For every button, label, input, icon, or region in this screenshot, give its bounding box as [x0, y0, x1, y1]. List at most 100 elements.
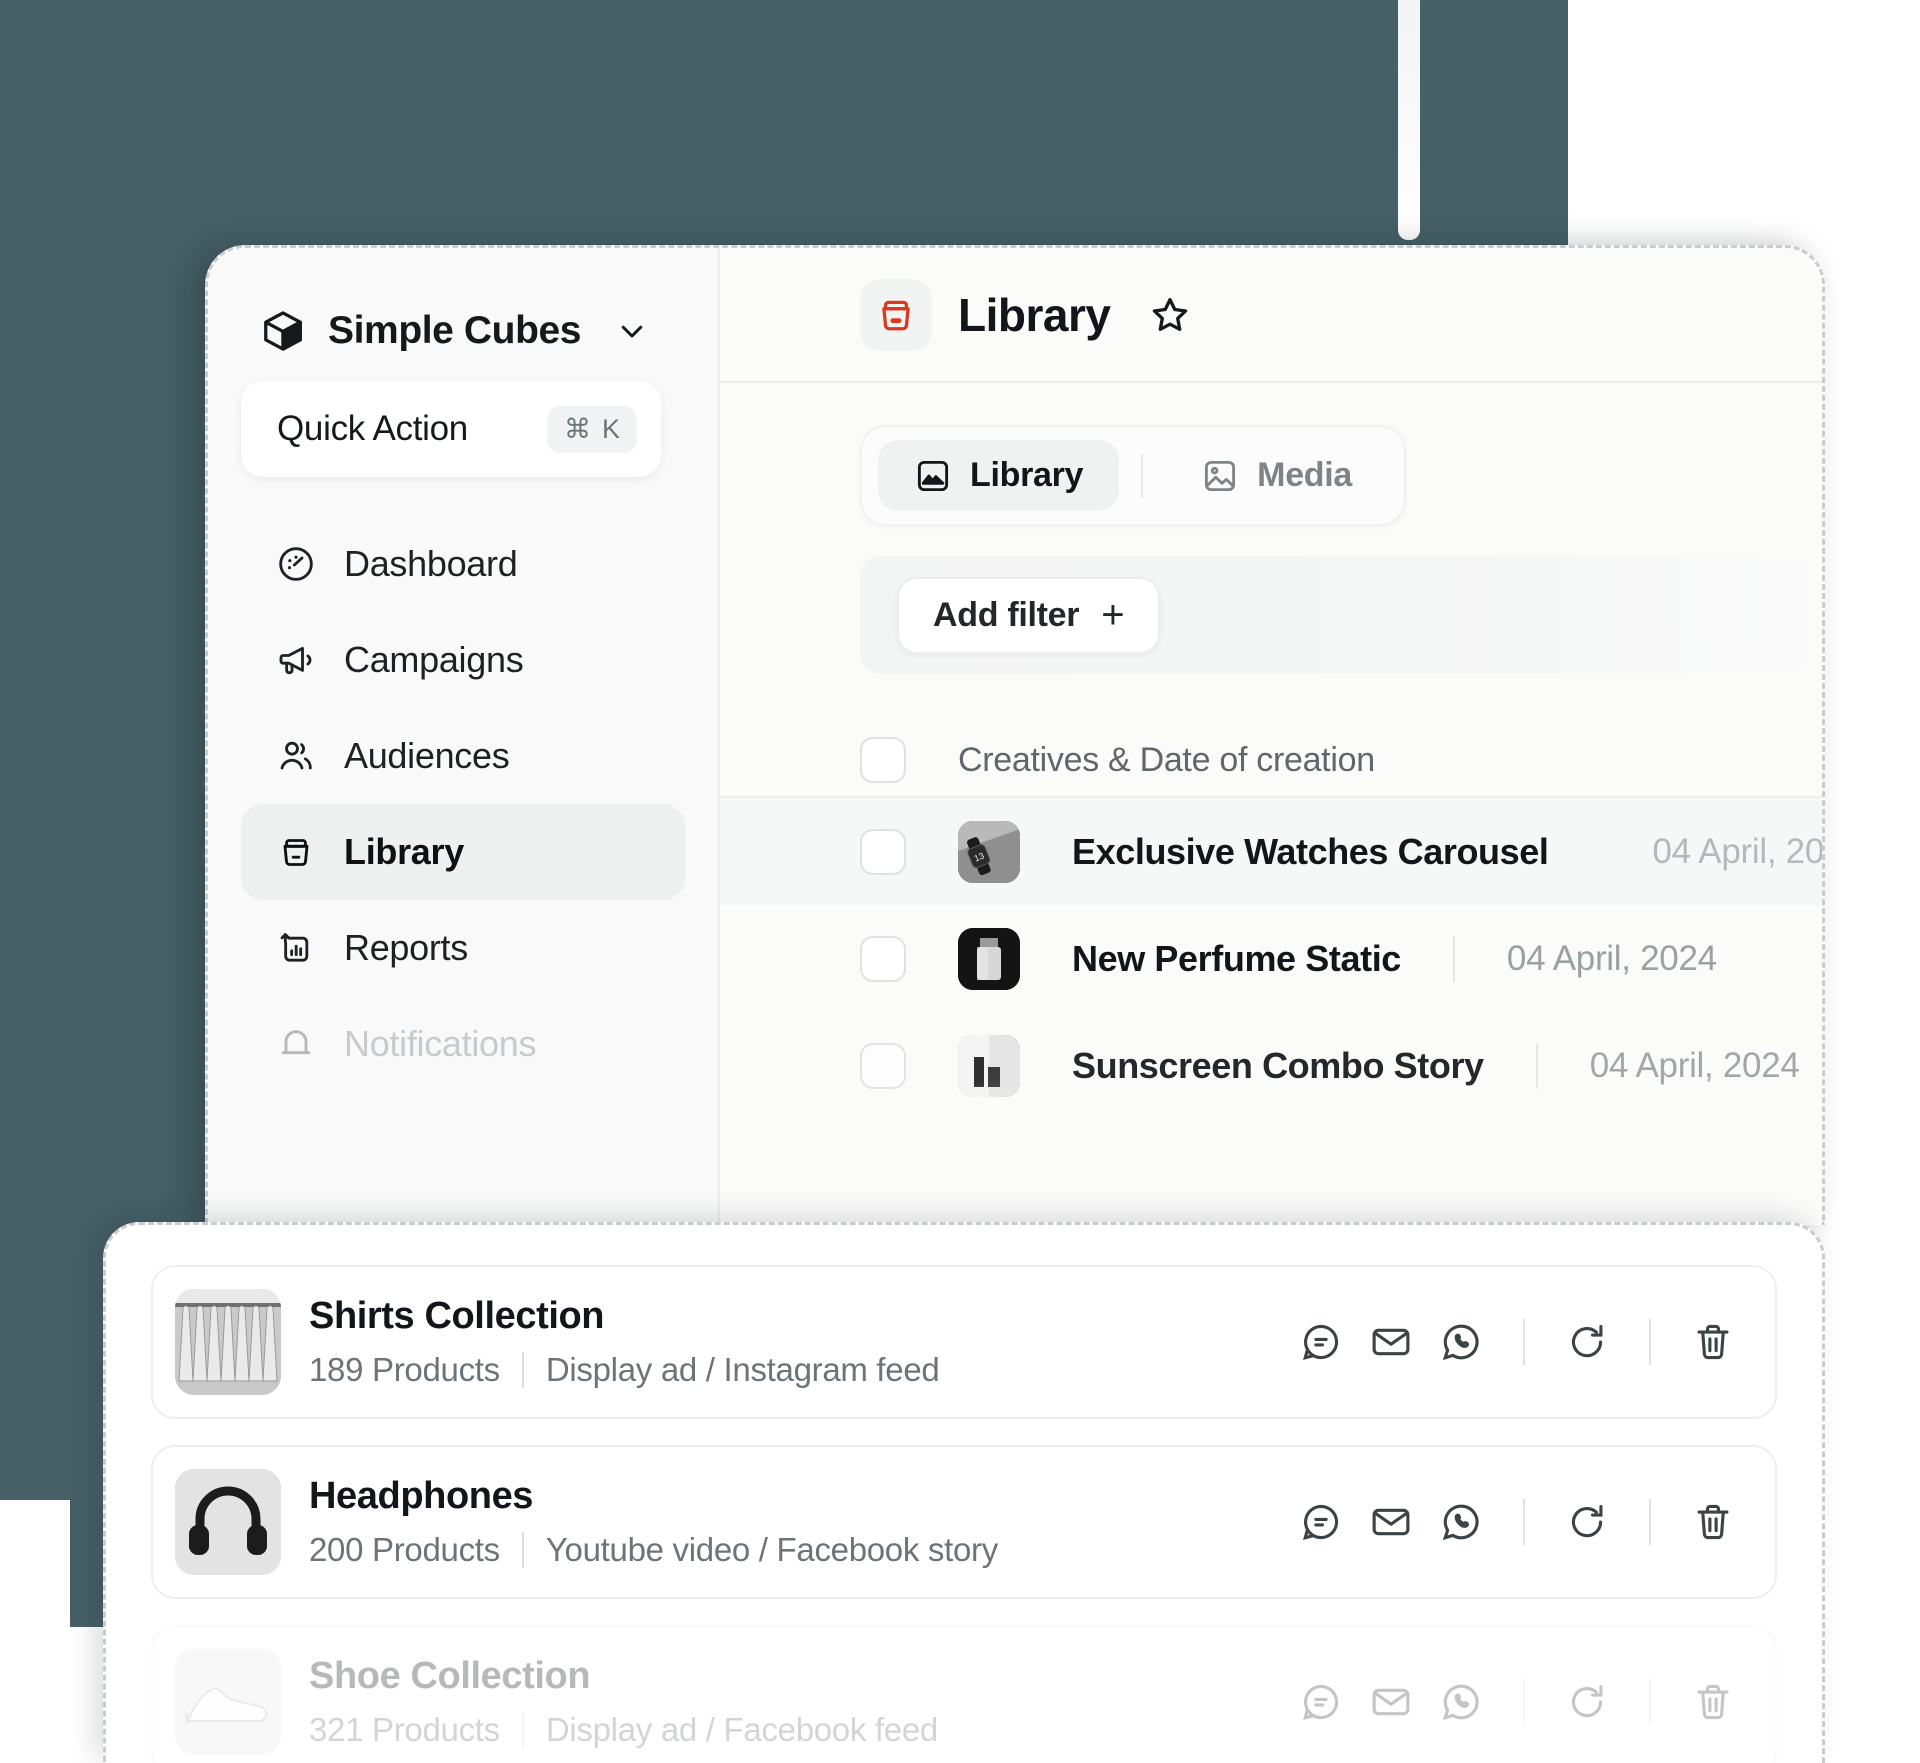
collection-title: Headphones [309, 1475, 534, 1517]
image-photo-icon [1201, 457, 1239, 495]
creative-title: Sunscreen Combo Story [1072, 1044, 1484, 1086]
trash-icon[interactable] [1691, 1320, 1735, 1364]
whatsapp-icon[interactable] [1439, 1500, 1483, 1544]
collection-info: Shoe Collection 321 Products Display ad … [309, 1655, 1299, 1749]
collection-info: Headphones 200 Products Youtube video / … [309, 1475, 1299, 1569]
action-divider [1649, 1319, 1651, 1365]
collection-info: Shirts Collection 189 Products Display a… [309, 1295, 1299, 1389]
table-row[interactable]: 13 Exclusive Watches Carousel 04 April, … [720, 798, 1822, 905]
collection-thumbnail [175, 1289, 281, 1395]
chevron-down-icon[interactable] [617, 316, 647, 346]
product-count: 189 Products [309, 1351, 500, 1388]
gauge-icon [276, 544, 316, 584]
table-row[interactable]: Sunscreen Combo Story 04 April, 2024 [720, 1012, 1822, 1119]
mail-icon[interactable] [1369, 1500, 1413, 1544]
sidebar-item-label: Dashboard [344, 543, 518, 584]
sidebar-item-campaigns[interactable]: Campaigns [241, 612, 685, 708]
collection-card[interactable]: Headphones 200 Products Youtube video / … [151, 1445, 1777, 1599]
whatsapp-icon[interactable] [1439, 1680, 1483, 1724]
card-actions [1299, 1499, 1775, 1545]
action-divider [1523, 1499, 1525, 1545]
creative-date: 04 April, 2024 [1506, 938, 1717, 978]
add-filter-button[interactable]: Add filter + [897, 576, 1161, 654]
product-count: 321 Products [309, 1711, 500, 1748]
tab-label: Media [1257, 456, 1353, 494]
row-checkbox[interactable] [860, 935, 906, 982]
creative-title: Exclusive Watches Carousel [1072, 830, 1549, 872]
users-icon [276, 736, 316, 776]
star-icon[interactable] [1148, 293, 1192, 337]
select-all-checkbox[interactable] [860, 737, 906, 783]
collection-card[interactable]: Shoe Collection 321 Products Display ad … [151, 1625, 1777, 1763]
tab-library[interactable]: Library [878, 440, 1120, 511]
meta-divider [521, 1352, 524, 1388]
page-title: Library [958, 288, 1111, 341]
row-divider [1535, 1042, 1538, 1089]
trash-icon[interactable] [1691, 1680, 1735, 1724]
quick-action-button[interactable]: Quick Action ⌘ K [241, 381, 661, 477]
sidebar-item-dashboard[interactable]: Dashboard [241, 516, 685, 612]
collection-card[interactable]: Shirts Collection 189 Products Display a… [151, 1265, 1777, 1419]
sidebar-item-label: Campaigns [344, 639, 524, 680]
sidebar-item-library[interactable]: Library [241, 804, 685, 900]
shortcut-modifier: ⌘ [563, 413, 591, 444]
card-actions [1299, 1319, 1775, 1365]
row-checkbox[interactable] [860, 1042, 906, 1089]
sidebar: Simple Cubes Quick Action ⌘ K Dashboard … [208, 248, 720, 1225]
archive-icon [276, 832, 316, 872]
workspace-name: Simple Cubes [328, 309, 582, 352]
collection-title: Shirts Collection [309, 1295, 605, 1337]
workspace-switcher[interactable]: Simple Cubes [208, 248, 718, 354]
chat-icon[interactable] [1299, 1680, 1343, 1724]
creative-date: 04 April, 2024 [1652, 831, 1825, 871]
chat-icon[interactable] [1299, 1320, 1343, 1364]
filter-bar: Add filter + [860, 556, 1810, 674]
table-row[interactable]: New Perfume Static 04 April, 2024 [720, 905, 1822, 1012]
quick-action-shortcut: ⌘ K [546, 405, 637, 453]
sidebar-item-label: Audiences [344, 735, 510, 776]
mail-icon[interactable] [1369, 1320, 1413, 1364]
placement-label: Display ad / Facebook feed [545, 1711, 938, 1748]
scrollbar[interactable] [1398, 0, 1420, 240]
sidebar-item-label: Library [344, 831, 464, 872]
view-tabs-wrap: Library Media [720, 383, 1822, 526]
quick-action-label: Quick Action [277, 409, 468, 448]
placement-label: Display ad / Instagram feed [545, 1351, 940, 1388]
trash-icon[interactable] [1691, 1500, 1735, 1544]
meta-divider [521, 1712, 524, 1748]
tab-label: Library [970, 456, 1084, 494]
sidebar-item-notifications[interactable]: Notifications [241, 996, 685, 1092]
archive-icon [860, 278, 932, 351]
meta-divider [521, 1532, 524, 1568]
action-divider [1523, 1319, 1525, 1365]
view-tabs: Library Media [860, 425, 1407, 526]
list-column-header: Creatives & Date of creation [720, 724, 1822, 798]
chat-icon[interactable] [1299, 1500, 1343, 1544]
collection-meta: 200 Products Youtube video / Facebook st… [309, 1531, 1299, 1569]
creative-thumbnail: 13 [958, 820, 1020, 883]
creative-thumbnail [958, 1034, 1020, 1097]
megaphone-icon [276, 640, 316, 680]
collection-thumbnail [175, 1469, 281, 1575]
card-actions [1299, 1679, 1775, 1725]
row-divider [1452, 935, 1455, 982]
sidebar-item-label: Notifications [344, 1023, 537, 1064]
collections-overlay-panel: Shirts Collection 189 Products Display a… [103, 1222, 1825, 1763]
page-header: Library [720, 248, 1822, 383]
row-checkbox[interactable] [860, 828, 906, 875]
mail-icon[interactable] [1369, 1680, 1413, 1724]
action-divider [1649, 1679, 1651, 1725]
sidebar-item-reports[interactable]: Reports [241, 900, 685, 996]
creative-title: New Perfume Static [1072, 937, 1401, 979]
bell-icon [276, 1024, 316, 1064]
column-header-label: Creatives & Date of creation [958, 740, 1375, 779]
product-count: 200 Products [309, 1531, 500, 1568]
whatsapp-icon[interactable] [1439, 1320, 1483, 1364]
tab-media[interactable]: Media [1165, 440, 1388, 511]
creative-thumbnail [958, 927, 1020, 990]
refresh-icon[interactable] [1565, 1680, 1609, 1724]
sidebar-item-label: Reports [344, 927, 468, 968]
refresh-icon[interactable] [1565, 1320, 1609, 1364]
sidebar-item-audiences[interactable]: Audiences [241, 708, 685, 804]
refresh-icon[interactable] [1565, 1500, 1609, 1544]
